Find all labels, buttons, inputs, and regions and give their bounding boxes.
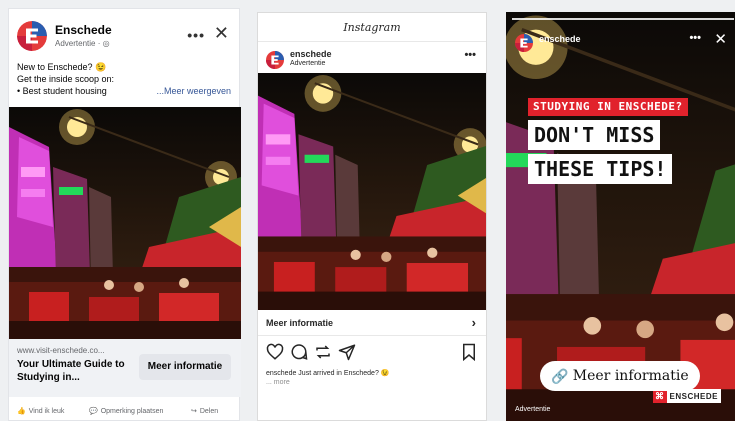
post-line: Get the inside scoop on: bbox=[17, 74, 115, 84]
more-options-icon[interactable]: ••• bbox=[689, 32, 701, 44]
link-preview[interactable]: www.visit-enschede.co... Your Ultimate G… bbox=[9, 339, 241, 397]
comment-button[interactable]: 💬 Opmerking plaatsen bbox=[89, 407, 164, 416]
see-more-link[interactable]: ...Meer weergeven bbox=[156, 86, 231, 96]
more-info-sticker[interactable]: 🔗 Meer informatie bbox=[540, 361, 700, 391]
facebook-ad-preview: Enschede Advertentie · ◎ ••• ✕ New to En… bbox=[8, 8, 241, 421]
close-icon[interactable]: ✕ bbox=[214, 23, 229, 44]
post-header: enschede Advertentie ••• bbox=[266, 47, 478, 73]
share-label: Delen bbox=[199, 407, 219, 415]
more-info-button[interactable]: Meer informatie bbox=[139, 354, 231, 380]
enschede-logo[interactable] bbox=[515, 34, 533, 52]
divider bbox=[258, 41, 486, 42]
post-actions bbox=[266, 343, 478, 363]
story-progress-bar bbox=[512, 18, 734, 20]
more-info-label: Meer informatie bbox=[266, 318, 334, 328]
account-name[interactable]: enschede bbox=[539, 34, 581, 44]
instagram-ad-preview: Instagram enschede Advertentie ••• Meer … bbox=[257, 12, 487, 421]
more-options-icon[interactable]: ••• bbox=[464, 49, 476, 61]
comment-label: Opmerking plaatsen bbox=[100, 407, 164, 415]
sponsored-label: Advertentie bbox=[290, 60, 326, 67]
globe-icon: ◎ bbox=[102, 39, 110, 48]
chevron-right-icon: › bbox=[471, 315, 476, 330]
thumbs-up-icon: 👍 bbox=[17, 408, 26, 415]
comment-icon: 💬 bbox=[89, 408, 98, 415]
link-headline: Your Ultimate Guide to Studying in... bbox=[17, 359, 125, 383]
sponsored-label: Advertentie · ◎ bbox=[55, 39, 110, 48]
ad-image[interactable] bbox=[258, 73, 486, 310]
ad-image[interactable] bbox=[9, 107, 241, 339]
account-name[interactable]: enschede bbox=[290, 49, 332, 59]
ad-previews: Enschede Advertentie · ◎ ••• ✕ New to En… bbox=[0, 0, 735, 421]
close-icon[interactable]: ✕ bbox=[714, 30, 727, 48]
share-icon: ↪ bbox=[191, 408, 197, 415]
sponsored-label: Advertentie bbox=[515, 406, 551, 413]
send-icon[interactable] bbox=[338, 343, 356, 361]
post-line: New to Enschede? 😉 bbox=[17, 62, 107, 72]
more-options-icon[interactable]: ••• bbox=[187, 27, 205, 43]
like-button[interactable]: 👍 Vind ik leuk bbox=[17, 407, 65, 416]
comment-icon[interactable] bbox=[290, 343, 308, 361]
story-headline-1: DON'T MISS bbox=[528, 120, 661, 150]
link-icon: 🔗 bbox=[551, 367, 569, 384]
instagram-wordmark: Instagram bbox=[343, 21, 401, 34]
enschede-logo[interactable] bbox=[17, 21, 47, 51]
instagram-story-preview: enschede ••• ✕ STUDYING IN ENSCHEDE? DON… bbox=[506, 12, 735, 421]
story-tagline: STUDYING IN ENSCHEDE? bbox=[528, 98, 688, 116]
brand-name: ENSCHEDE bbox=[669, 391, 718, 401]
repost-icon[interactable] bbox=[314, 343, 332, 361]
action-bar: 👍 Vind ik leuk 💬 Opmerking plaatsen ↪ Delen bbox=[9, 407, 241, 421]
share-button[interactable]: ↪ Delen bbox=[191, 407, 219, 416]
enschede-brand-badge: ⌘ ENSCHEDE bbox=[652, 389, 721, 403]
more-info-bar[interactable]: Meer informatie › bbox=[258, 310, 486, 336]
caption: enschede Just arrived in Enschede? 😉 bbox=[266, 370, 390, 377]
caption-more-link[interactable]: ... more bbox=[266, 379, 290, 386]
like-label: Vind ik leuk bbox=[28, 407, 65, 415]
bookmark-icon[interactable] bbox=[460, 343, 478, 361]
link-domain: www.visit-enschede.co... bbox=[17, 346, 105, 355]
enschede-logo[interactable] bbox=[266, 51, 284, 69]
story-image bbox=[506, 12, 735, 421]
story-headline-2: THESE TIPS! bbox=[528, 154, 673, 184]
heart-icon[interactable] bbox=[266, 343, 284, 361]
more-info-label: Meer informatie bbox=[572, 368, 689, 384]
page-name[interactable]: Enschede bbox=[55, 23, 112, 37]
post-header: Enschede Advertentie · ◎ ••• ✕ bbox=[17, 19, 231, 55]
enschede-mark-icon: ⌘ bbox=[652, 389, 667, 403]
